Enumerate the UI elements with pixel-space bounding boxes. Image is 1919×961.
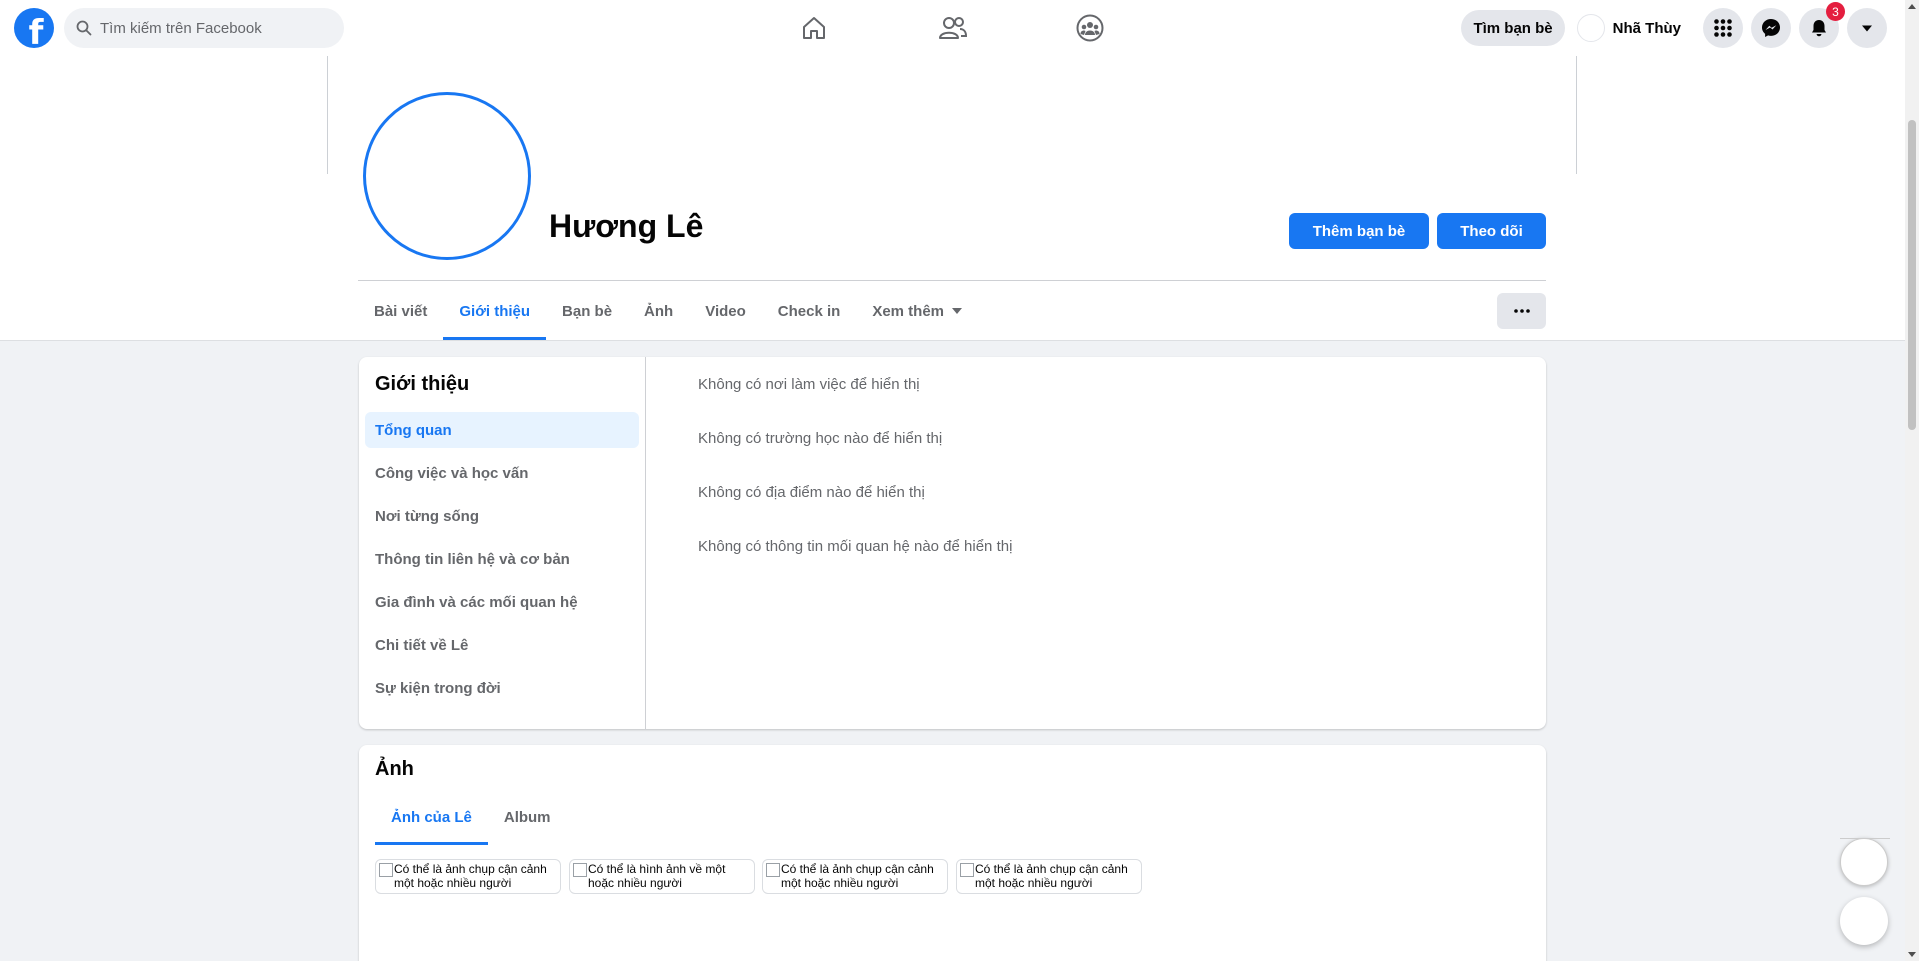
tab-label: Ảnh — [644, 302, 674, 320]
about-nav-work-education[interactable]: Công việc và học vấn — [365, 455, 639, 491]
tab-photos[interactable]: Ảnh — [628, 282, 689, 340]
search-box[interactable] — [64, 8, 344, 48]
top-navigation-bar: f Tìm bạn bè Nhã Thùy 3 — [0, 0, 1905, 56]
tab-videos[interactable]: Video — [689, 282, 762, 340]
empty-place-message: Không có địa điểm nào để hiển thị — [698, 484, 925, 501]
empty-school-message: Không có trường học nào để hiển thị — [698, 430, 943, 447]
facebook-logo[interactable]: f — [14, 8, 54, 48]
nav-friends[interactable] — [897, 8, 1009, 48]
broken-image-icon — [379, 863, 393, 877]
scroll-up-arrow-icon[interactable] — [1908, 4, 1916, 9]
about-nav-places-lived[interactable]: Nơi từng sống — [365, 498, 639, 534]
notification-badge: 3 — [1826, 2, 1845, 21]
divider — [0, 340, 1905, 341]
menu-button[interactable] — [1703, 8, 1743, 48]
photo-thumbnail[interactable]: Có thể là ảnh chụp cận cảnh một hoặc nhi… — [375, 859, 561, 894]
tab-about[interactable]: Giới thiệu — [443, 282, 546, 340]
tab-label: Bạn bè — [562, 302, 613, 320]
profile-picture[interactable] — [363, 92, 531, 260]
friends-icon — [939, 17, 968, 39]
nav-home[interactable] — [758, 8, 870, 48]
tab-friends[interactable]: Bạn bè — [546, 282, 628, 340]
ellipsis-icon — [1513, 309, 1530, 313]
notifications-button[interactable]: 3 — [1799, 2, 1845, 48]
profile-header: Hương Lê Thêm bạn bè Theo dõi Bài viết G… — [0, 56, 1905, 341]
scrollbar[interactable] — [1905, 0, 1919, 961]
scroll-thumb[interactable] — [1908, 120, 1916, 430]
photo-thumbnail[interactable]: Có thể là ảnh chụp cận cảnh một hoặc nhi… — [956, 859, 1142, 894]
broken-image-icon — [960, 863, 974, 877]
about-sidebar: Giới thiệu Tổng quan Công việc và học vấ… — [359, 357, 646, 729]
photo-alt-text: Có thể là hình ảnh về một hoặc nhiều ngư… — [588, 862, 726, 890]
about-nav-details[interactable]: Chi tiết về Lê — [365, 627, 639, 663]
photo-alt-text: Có thể là ảnh chụp cận cảnh một hoặc nhi… — [975, 862, 1128, 890]
empty-work-message: Không có nơi làm việc để hiển thị — [698, 376, 920, 393]
topbar-right-area: Tìm bạn bè Nhã Thùy 3 — [1461, 2, 1887, 48]
broken-image-icon — [573, 863, 587, 877]
photos-title: Ảnh — [375, 758, 414, 780]
tab-more[interactable]: Xem thêm — [856, 282, 978, 340]
photo-thumbnail[interactable]: Có thể là hình ảnh về một hoặc nhiều ngư… — [569, 859, 755, 894]
messenger-button[interactable] — [1751, 8, 1791, 48]
find-friends-button[interactable]: Tìm bạn bè — [1461, 10, 1565, 46]
cover-edge-left — [327, 56, 328, 174]
chat-head-button[interactable] — [1840, 838, 1890, 886]
profile-name: Hương Lê — [549, 208, 704, 244]
about-nav-family-relationships[interactable]: Gia đình và các mối quan hệ — [365, 584, 639, 620]
user-name: Nhã Thùy — [1612, 19, 1681, 37]
more-options-button[interactable] — [1497, 293, 1546, 329]
broken-image-icon — [1840, 838, 1890, 852]
about-nav-life-events[interactable]: Sự kiện trong đời — [365, 670, 639, 706]
user-profile-chip[interactable]: Nhã Thùy — [1573, 10, 1691, 46]
about-title: Giới thiệu — [375, 373, 470, 395]
new-message-button[interactable] — [1840, 897, 1888, 945]
account-menu-button[interactable] — [1847, 8, 1887, 48]
broken-image-icon — [766, 863, 780, 877]
photo-tabs: Ảnh của Lê Album — [375, 789, 567, 845]
add-friend-button[interactable]: Thêm bạn bè — [1289, 213, 1429, 249]
follow-button[interactable]: Theo dõi — [1437, 213, 1546, 249]
caret-down-icon — [952, 308, 963, 314]
tab-albums[interactable]: Album — [488, 789, 567, 845]
search-input[interactable] — [100, 19, 330, 37]
nav-groups[interactable] — [1034, 8, 1146, 48]
tab-label: Check in — [777, 302, 841, 320]
about-card: Giới thiệu Tổng quan Công việc và học vấ… — [359, 357, 1546, 729]
home-icon — [803, 17, 825, 39]
empty-relationship-message: Không có thông tin mối quan hệ nào để hi… — [698, 538, 1013, 555]
photo-alt-text: Có thể là ảnh chụp cận cảnh một hoặc nhi… — [781, 862, 934, 890]
tab-label: Xem thêm — [872, 302, 945, 320]
tab-posts[interactable]: Bài viết — [358, 282, 443, 340]
cover-edge-right — [1576, 56, 1577, 174]
scroll-down-arrow-icon[interactable] — [1908, 952, 1916, 957]
tab-photos-of-user[interactable]: Ảnh của Lê — [375, 789, 488, 845]
grid-menu-icon — [1714, 19, 1732, 37]
chevron-down-icon — [1862, 25, 1872, 32]
tab-label: Video — [705, 302, 746, 320]
avatar — [1576, 14, 1605, 42]
photos-card: Ảnh Ảnh của Lê Album Có thể là ảnh chụp … — [359, 745, 1546, 961]
photo-thumbnail[interactable]: Có thể là ảnh chụp cận cảnh một hoặc nhi… — [762, 859, 948, 894]
divider — [358, 280, 1546, 281]
tab-label: Giới thiệu — [459, 302, 531, 320]
about-nav-contact-basic[interactable]: Thông tin liên hệ và cơ bản — [365, 541, 639, 577]
profile-tabs: Bài viết Giới thiệu Bạn bè Ảnh Video Che… — [358, 282, 978, 340]
about-nav: Tổng quan Công việc và học vấn Nơi từng … — [365, 412, 639, 713]
groups-icon — [1076, 14, 1104, 42]
tab-checkins[interactable]: Check in — [762, 282, 857, 340]
about-nav-overview[interactable]: Tổng quan — [365, 412, 639, 448]
tab-label: Bài viết — [374, 302, 428, 320]
photo-alt-text: Có thể là ảnh chụp cận cảnh một hoặc nhi… — [394, 862, 547, 890]
messenger-icon — [1762, 19, 1780, 37]
logo-letter: f — [28, 13, 44, 48]
bell-icon — [1812, 20, 1826, 37]
search-icon — [76, 20, 92, 36]
